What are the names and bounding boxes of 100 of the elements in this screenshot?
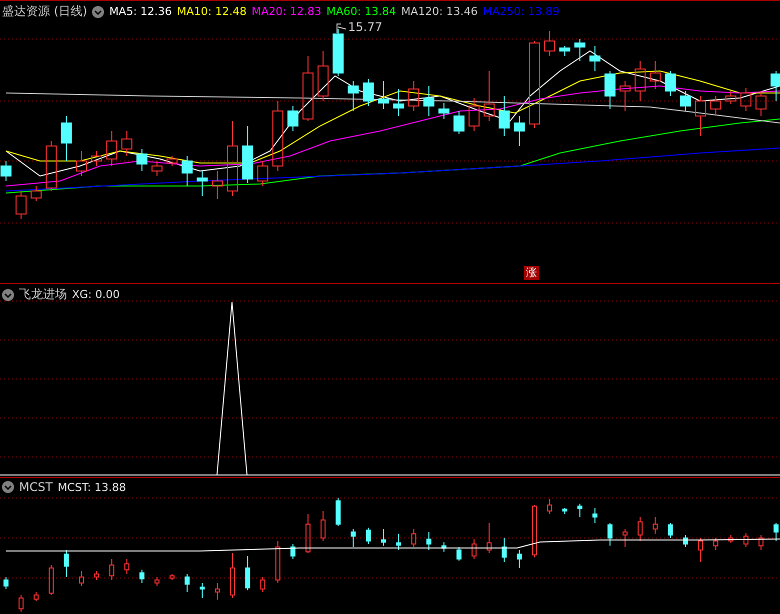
candlestick [396, 533, 402, 550]
candlestick [242, 126, 254, 184]
candlestick [710, 96, 722, 116]
candlestick [48, 564, 54, 596]
candlestick [94, 570, 100, 580]
candlestick [620, 80, 631, 112]
candlestick [498, 96, 510, 136]
candlestick [378, 80, 389, 110]
moving-average-value: MA5: 12.36 [109, 5, 172, 18]
candlestick [4, 576, 8, 590]
high-price-label: 15.77 [348, 20, 382, 34]
candlestick [287, 106, 298, 132]
candlestick [106, 130, 118, 166]
candlestick [184, 574, 190, 592]
candlestick [683, 534, 688, 548]
moving-average-value: MA20: 12.83 [252, 5, 322, 18]
candlestick [212, 170, 223, 200]
candlestick [170, 574, 175, 580]
candlestick [34, 592, 39, 602]
candlestick [320, 510, 326, 542]
candlestick [200, 582, 205, 598]
candlestick [725, 90, 736, 104]
collapse-icon[interactable] [92, 6, 104, 18]
candlestick [638, 516, 643, 542]
candlestick [60, 116, 72, 162]
moving-average-value: MA60: 13.84 [326, 5, 396, 18]
candlestick [562, 508, 568, 514]
candlestick [245, 556, 250, 591]
candlestick [758, 534, 764, 550]
candlestick [152, 160, 162, 176]
stock-title: 盛达资源 (日线) [2, 3, 88, 20]
candlestick [121, 130, 132, 156]
candlestick [18, 594, 24, 612]
candlestick [770, 70, 780, 102]
candlestick [362, 78, 374, 106]
collapse-icon[interactable] [2, 288, 14, 300]
indicator-value: XG: 0.00 [72, 288, 120, 301]
candlestick [366, 527, 371, 544]
candlestick [664, 70, 676, 96]
candlestick [306, 514, 310, 554]
candlestick [139, 569, 144, 584]
candlestick [411, 528, 416, 548]
candlestick [502, 538, 507, 562]
candlestick [516, 550, 522, 568]
candlestick [592, 508, 598, 524]
candlestick [260, 576, 266, 592]
candlestick [698, 538, 704, 562]
candlestick [634, 60, 646, 102]
candlestick [695, 96, 706, 136]
candlestick [257, 160, 268, 186]
candlestick [332, 28, 344, 76]
candlestick [756, 90, 766, 116]
candlestick [589, 46, 600, 72]
candlestick [408, 80, 420, 112]
candlestick [124, 558, 130, 574]
candlestick [743, 532, 748, 548]
candlestick [76, 150, 87, 176]
candlestick [275, 540, 280, 584]
candlestick [79, 570, 84, 586]
candlestick [16, 190, 27, 220]
candlestick [740, 88, 752, 112]
candlestick [713, 538, 718, 550]
candlestick [472, 538, 477, 560]
candlestick [574, 38, 586, 62]
candlestick [64, 550, 69, 578]
moving-average-value: MA10: 12.48 [176, 5, 247, 18]
candlestick [196, 170, 208, 196]
candlestick [652, 516, 658, 534]
candlestick [668, 522, 673, 538]
candlestick [350, 528, 356, 548]
candlestick [484, 70, 495, 122]
candlestick [544, 30, 556, 56]
candlestick [532, 504, 537, 558]
candlestick [318, 50, 329, 102]
candlestick [393, 88, 404, 116]
candlestick [456, 546, 462, 562]
indicator-title: 飞龙进场 [19, 286, 67, 303]
indicator-value: MCST: 13.88 [58, 480, 126, 494]
candlestick [109, 558, 114, 580]
candlestick [728, 534, 734, 544]
candlestick [91, 150, 102, 166]
candlestick [438, 102, 450, 120]
candlestick [290, 544, 296, 560]
candlestick [559, 46, 570, 56]
candlestick [154, 576, 160, 586]
candlestick [0, 160, 12, 182]
candlestick [302, 56, 314, 122]
candlestick [577, 503, 582, 518]
candlestick [650, 60, 661, 90]
candlestick [348, 80, 359, 112]
candlestick [774, 522, 779, 542]
collapse-icon[interactable] [2, 481, 14, 493]
candlestick [468, 98, 480, 132]
candlestick [486, 522, 492, 554]
candlestick [441, 542, 446, 552]
candlestick [680, 90, 691, 112]
moving-average-value: MA120: 13.46 [401, 5, 478, 18]
high-marker-icon [336, 24, 346, 34]
candlestick [514, 116, 525, 146]
candlestick [381, 528, 386, 546]
